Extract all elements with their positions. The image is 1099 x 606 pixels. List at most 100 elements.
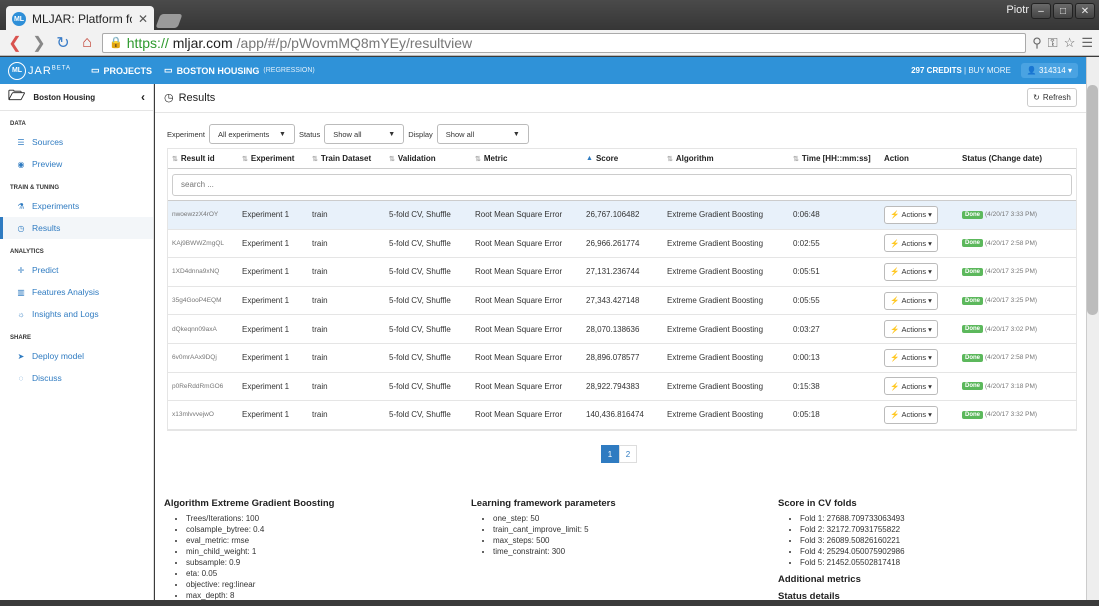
col-train-dataset[interactable]: ⇅ Train Dataset <box>308 154 385 163</box>
sidebar-item-results[interactable]: ◷ Results <box>0 217 153 239</box>
sidebar-item-discuss[interactable]: ◌ Discuss <box>0 367 153 389</box>
reload-icon[interactable]: ↻ <box>54 33 72 53</box>
actions-dropdown-button[interactable]: ⚡ Actions ▾ <box>884 234 938 253</box>
maximize-icon[interactable]: □ <box>1053 3 1073 19</box>
cell-score: 140,436.816474 <box>586 410 644 420</box>
browser-tab-active[interactable]: ML MLJAR: Platform for ✕ <box>6 6 154 32</box>
actions-dropdown-button[interactable]: ⚡ Actions ▾ <box>884 320 938 339</box>
database-icon: ☰ <box>17 137 25 147</box>
cell-result-id[interactable]: 1XD4dnna9xNQ <box>168 268 238 275</box>
actions-dropdown-button[interactable]: ⚡ Actions ▾ <box>884 348 938 367</box>
table-row[interactable]: 6v0mrAAx9DQj Experiment 1 train 5-fold CV, … <box>168 344 1076 373</box>
home-icon[interactable]: ⌂ <box>78 34 96 52</box>
sidebar-item-deploy[interactable]: ➤ Deploy model <box>0 345 153 367</box>
table-row[interactable]: x13mlvvvejwO Experiment 1 train 5-fold CV, … <box>168 401 1076 430</box>
scrollbar-thumb[interactable] <box>1087 85 1098 315</box>
param-item: max_depth: 8 <box>186 590 464 601</box>
table-row[interactable]: 35g4GooP4EQM Experiment 1 train 5-fold CV, … <box>168 287 1076 316</box>
cell-experiment: Experiment 1 <box>242 210 290 220</box>
tab-close-icon[interactable]: ✕ <box>138 12 148 26</box>
bolt-icon: ⚡ <box>890 381 900 391</box>
refresh-icon: ↻ <box>1033 93 1040 102</box>
actions-dropdown-button[interactable]: ⚡ Actions ▾ <box>884 205 938 224</box>
col-time[interactable]: ⇅ Time [HH::mm:ss] <box>789 154 880 163</box>
browser-user-name[interactable]: Piotr <box>1006 4 1029 16</box>
col-algorithm[interactable]: ⇅ Algorithm <box>663 154 789 163</box>
sidebar-item-predict[interactable]: ✛ Predict <box>0 259 153 281</box>
sidebar-item-preview[interactable]: ◉ Preview <box>0 153 153 175</box>
sidebar: 🗁 Boston Housing ‹ DATA ☰ Sources ◉ Previe… <box>0 84 154 600</box>
col-score[interactable]: ▲ Score <box>582 154 663 163</box>
cell-metric: Root Mean Square Error <box>475 381 563 391</box>
table-row[interactable]: nwoewzzX4rOY Experiment 1 train 5-fold CV, … <box>168 201 1076 230</box>
nav-projects[interactable]: ▭ PROJECTS <box>91 65 152 76</box>
nav-current-project[interactable]: ▭ BOSTON HOUSING (REGRESSION) <box>164 65 315 76</box>
cell-status: Done (4/20/17 3:25 PM) <box>958 296 1075 305</box>
status-badge: Done <box>962 267 983 276</box>
sidebar-section-analytics: ANALYTICS <box>10 249 44 255</box>
experiment-filter-select[interactable]: All experiments ▼ <box>208 124 295 144</box>
sidebar-item-experiments[interactable]: ⚗ Experiments <box>0 195 153 217</box>
chevron-left-icon[interactable]: ‹ <box>141 90 145 104</box>
cell-experiment: Experiment 1 <box>242 353 290 363</box>
cell-status: Done (4/20/17 3:25 PM) <box>958 267 1075 276</box>
sort-icon: ⇅ <box>667 155 673 163</box>
status-badge: Done <box>962 210 983 219</box>
table-row[interactable]: KAj9BWWZmgQL Experiment 1 train 5-fold CV, … <box>168 230 1076 259</box>
star-icon[interactable]: ☆ <box>1064 35 1076 51</box>
param-item: subsample: 0.9 <box>186 557 464 568</box>
results-search-input[interactable] <box>172 173 1072 196</box>
col-metric[interactable]: ⇅ Metric <box>471 154 582 163</box>
cell-time: 0:05:55 <box>793 296 820 306</box>
actions-dropdown-button[interactable]: ⚡ Actions ▾ <box>884 405 938 424</box>
cell-result-id[interactable]: p0ReRddRmGO6 <box>168 383 238 390</box>
close-window-icon[interactable]: ✕ <box>1075 3 1095 19</box>
bolt-icon: ⚡ <box>890 353 900 363</box>
cell-result-id[interactable]: dQkeqnn09axA <box>168 326 238 333</box>
zoom-icon[interactable]: ⚲ <box>1032 35 1042 51</box>
sidebar-section-train: TRAIN & TUNING <box>10 185 59 191</box>
display-filter-select[interactable]: Show all ▼ <box>436 124 529 144</box>
col-validation[interactable]: ⇅ Validation <box>385 154 471 163</box>
mljar-logo[interactable]: ML JARBETA <box>8 61 71 80</box>
cell-time: 0:03:27 <box>793 324 820 334</box>
table-row[interactable]: 1XD4dnna9xNQ Experiment 1 train 5-fold CV, … <box>168 258 1076 287</box>
page-1-button[interactable]: 1 <box>601 445 619 463</box>
status-filter-select[interactable]: Show all ▼ <box>324 124 405 144</box>
cell-result-id[interactable]: nwoewzzX4rOY <box>168 211 238 218</box>
forward-arrow-icon[interactable]: ❯ <box>30 33 48 53</box>
table-header: ⇅ Result id ⇅ Experiment ⇅ Train Dataset ⇅ V… <box>168 149 1076 169</box>
sidebar-item-features[interactable]: ▥ Features Analysis <box>0 281 153 303</box>
cell-result-id[interactable]: KAj9BWWZmgQL <box>168 240 238 247</box>
sidebar-item-insights[interactable]: ☼ Insights and Logs <box>0 303 153 325</box>
col-experiment[interactable]: ⇅ Experiment <box>238 154 308 163</box>
col-action: Action <box>884 154 909 163</box>
table-row[interactable]: p0ReRddRmGO6 Experiment 1 train 5-fold CV, … <box>168 373 1076 402</box>
new-tab-button[interactable] <box>155 14 183 28</box>
cell-result-id[interactable]: 35g4GooP4EQM <box>168 297 238 304</box>
actions-dropdown-button[interactable]: ⚡ Actions ▾ <box>884 377 938 396</box>
col-result-id[interactable]: ⇅ Result id <box>168 154 238 163</box>
actions-dropdown-button[interactable]: ⚡ Actions ▾ <box>884 262 938 281</box>
address-bar[interactable]: 🔒 https://mljar.com/app/#/p/pWovmMQ8mYEy… <box>102 32 1027 53</box>
credits-info[interactable]: 297 CREDITS | BUY MORE <box>911 66 1011 75</box>
sort-icon: ⇅ <box>242 155 248 163</box>
refresh-button[interactable]: ↻ Refresh <box>1027 88 1077 107</box>
cell-experiment: Experiment 1 <box>242 296 290 306</box>
minimize-icon[interactable]: – <box>1031 3 1051 19</box>
key-icon[interactable]: ⚿ <box>1048 35 1058 51</box>
param-item: min_child_weight: 1 <box>186 546 464 557</box>
page-2-button[interactable]: 2 <box>619 445 637 463</box>
table-row[interactable]: dQkeqnn09axA Experiment 1 train 5-fold CV, … <box>168 315 1076 344</box>
sidebar-item-sources[interactable]: ☰ Sources <box>0 131 153 153</box>
menu-icon[interactable]: ☰ <box>1081 35 1093 51</box>
cell-validation: 5-fold CV, Shuffle <box>389 353 451 363</box>
user-menu-button[interactable]: 👤 314314 ▾ <box>1020 63 1078 78</box>
cell-result-id[interactable]: 6v0mrAAx9DQj <box>168 354 238 361</box>
sort-icon: ⇅ <box>793 155 799 163</box>
cell-validation: 5-fold CV, Shuffle <box>389 410 451 420</box>
actions-dropdown-button[interactable]: ⚡ Actions ▾ <box>884 291 938 310</box>
back-arrow-icon[interactable]: ❮ <box>6 33 24 53</box>
cell-score: 27,343.427148 <box>586 296 640 306</box>
cell-result-id[interactable]: x13mlvvvejwO <box>168 411 238 418</box>
